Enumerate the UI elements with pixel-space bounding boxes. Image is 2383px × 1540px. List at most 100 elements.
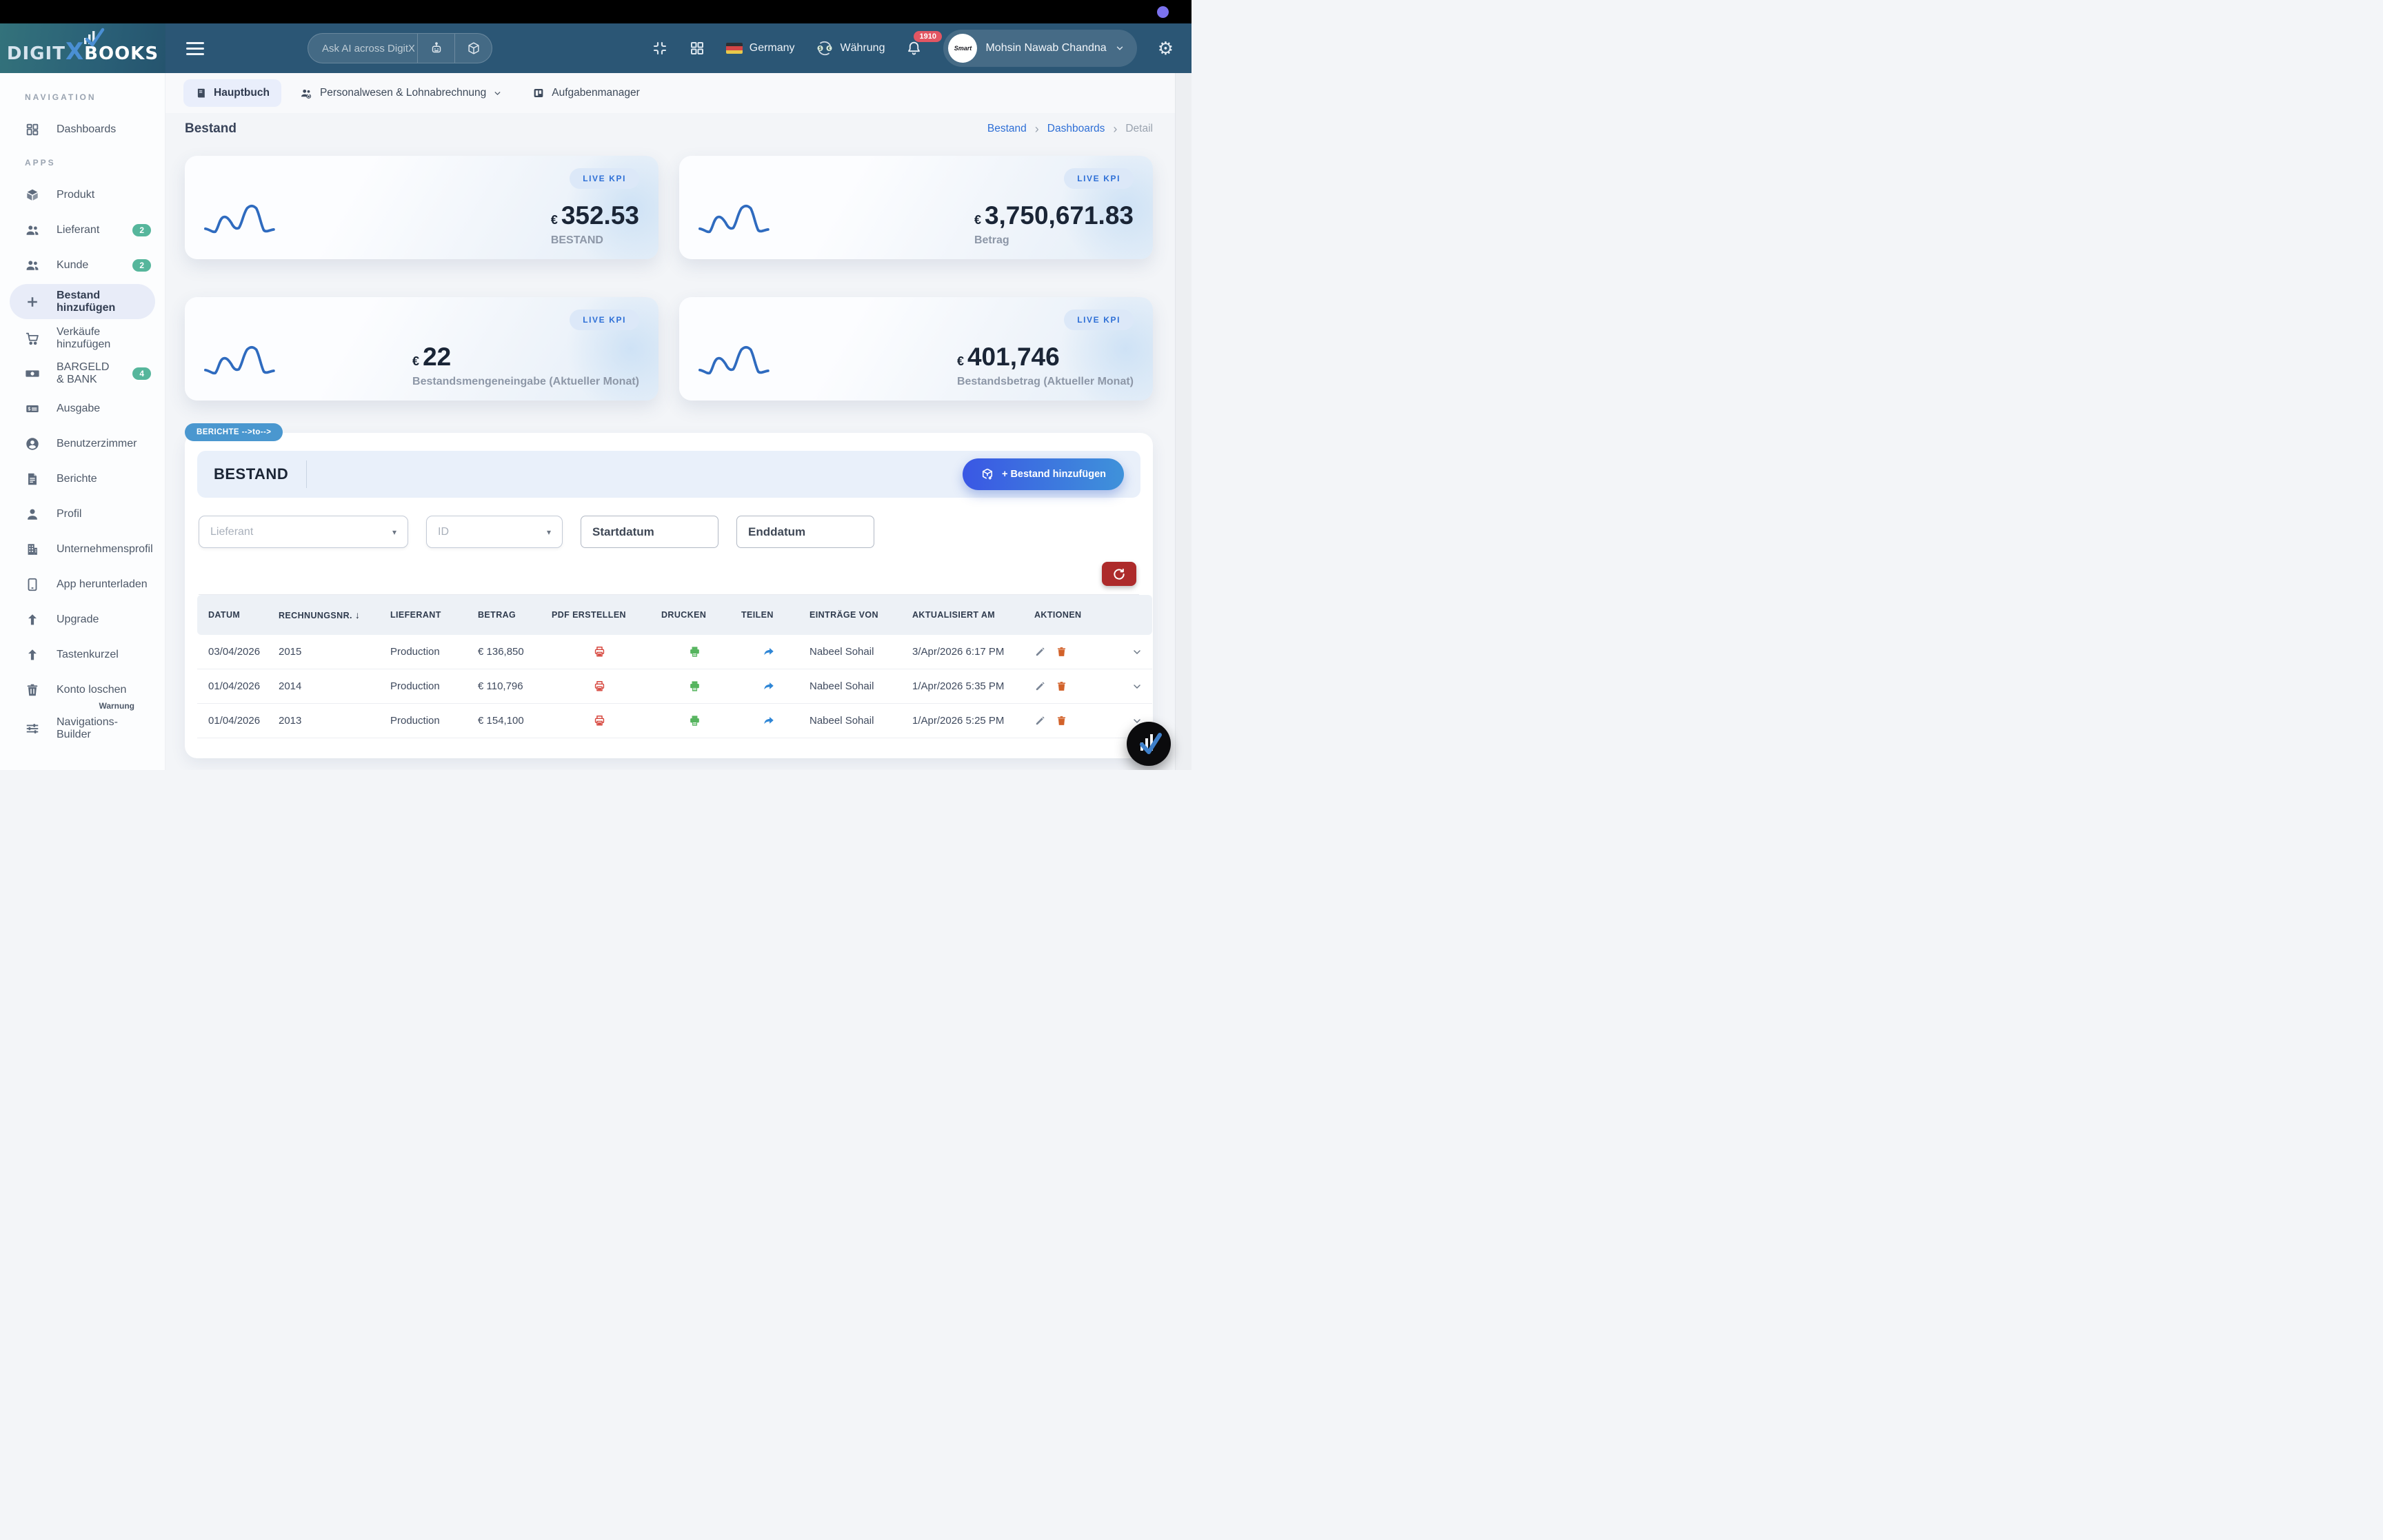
page-title: Bestand bbox=[185, 121, 237, 136]
sidebar-section-navigation: NAVIGATION bbox=[0, 87, 165, 112]
user-menu[interactable]: Smart Mohsin Nawab Chandna bbox=[943, 30, 1136, 67]
breadcrumb-bestand[interactable]: Bestand bbox=[987, 123, 1027, 135]
menu-toggle-button[interactable] bbox=[186, 39, 204, 59]
drucken-icon[interactable] bbox=[688, 645, 701, 658]
edit-icon[interactable] bbox=[1034, 646, 1046, 658]
col-datum[interactable]: DATUM bbox=[197, 595, 272, 635]
cell-betrag: € 136,850 bbox=[471, 635, 545, 669]
sidebar-item-bargeld-bank[interactable]: BARGELD & BANK 4 bbox=[0, 356, 165, 391]
edit-icon[interactable] bbox=[1034, 715, 1046, 727]
pdf-erstellen-icon[interactable] bbox=[593, 645, 606, 658]
sidebar-item-label: Bestand hinzufügen bbox=[57, 290, 147, 314]
main-area: Hauptbuch Personalwesen & Lohnabrechnung… bbox=[165, 73, 1192, 770]
live-kpi-badge: LIVE KPI bbox=[1064, 310, 1134, 330]
knowledge-box-button[interactable] bbox=[454, 34, 492, 63]
sidebar-item-upgrade[interactable]: Upgrade bbox=[0, 602, 165, 637]
col-betrag[interactable]: BETRAG bbox=[471, 595, 545, 635]
col-teilen[interactable]: TEILEN bbox=[734, 595, 803, 635]
sidebar-item-lieferant[interactable]: Lieferant 2 bbox=[0, 212, 165, 247]
sidebar-item-label: Kunde bbox=[57, 259, 88, 272]
sidebar-item-label: Dashboards bbox=[57, 123, 116, 136]
id-filter-select[interactable]: ID ▾ bbox=[426, 516, 563, 548]
teilen-icon[interactable] bbox=[763, 715, 775, 727]
content-area: LIVE KPI €352.53 BESTAND LIVE KPI bbox=[165, 145, 1192, 758]
sidebar-item-label: Ausgabe bbox=[57, 403, 100, 415]
sidebar-item-navigations-builder[interactable]: Navigations-Builder bbox=[0, 711, 165, 746]
col-aktionen[interactable]: AKTIONEN bbox=[1027, 595, 1122, 635]
cell-lieferant: Production bbox=[383, 669, 471, 704]
delete-icon[interactable] bbox=[1056, 680, 1067, 692]
ai-search-input[interactable] bbox=[308, 34, 417, 63]
refresh-button[interactable] bbox=[1102, 562, 1136, 586]
delete-icon[interactable] bbox=[1056, 715, 1067, 727]
add-bestand-label: + Bestand hinzufügen bbox=[1002, 469, 1106, 480]
col-rechnungsnr[interactable]: RECHNUNGSNR.↓ bbox=[272, 595, 383, 635]
sidebar-item-dashboards[interactable]: Dashboards bbox=[0, 112, 165, 147]
col-pdf-erstellen[interactable]: PDF ERSTELLEN bbox=[545, 595, 654, 635]
add-bestand-button[interactable]: + Bestand hinzufügen bbox=[963, 458, 1124, 490]
app-logo[interactable]: DIGITXBOOKS bbox=[0, 23, 165, 73]
sidebar-item-berichte[interactable]: Berichte bbox=[0, 461, 165, 496]
sidebar-item-verkaeufe-hinzufuegen[interactable]: Verkäufe hinzufügen bbox=[0, 321, 165, 356]
tab-personalwesen[interactable]: Personalwesen & Lohnabrechnung bbox=[288, 79, 514, 108]
sort-descending-icon[interactable]: ↓ bbox=[355, 609, 360, 620]
expand-row-icon[interactable] bbox=[1132, 647, 1143, 658]
currency-selector[interactable]: $ € Währung bbox=[816, 39, 885, 57]
startdatum-input[interactable]: Startdatum bbox=[581, 516, 718, 548]
tablet-icon bbox=[25, 577, 40, 592]
col-aktualisiert-am[interactable]: AKTUALISIERT AM bbox=[905, 595, 1027, 635]
pdf-erstellen-icon[interactable] bbox=[593, 714, 606, 727]
tab-hauptbuch[interactable]: Hauptbuch bbox=[183, 79, 281, 107]
settings-gear-icon[interactable]: ⚙ bbox=[1158, 39, 1174, 57]
kpi-sparkline bbox=[196, 185, 330, 245]
sidebar-item-ausgabe[interactable]: $ Ausgabe bbox=[0, 391, 165, 426]
pdf-erstellen-icon[interactable] bbox=[593, 680, 606, 693]
sidebar-item-unternehmensprofil[interactable]: Unternehmensprofil bbox=[0, 531, 165, 567]
kpi-value: €401,746 bbox=[957, 344, 1134, 369]
sidebar-item-app-herunterladen[interactable]: App herunterladen bbox=[0, 567, 165, 602]
breadcrumb: Bestand › Dashboards › Detail bbox=[987, 122, 1153, 136]
berichte-ribbon-badge: BERICHTE -->to--> bbox=[185, 423, 283, 441]
sidebar-item-bestand-hinzufuegen[interactable]: Bestand hinzufügen bbox=[10, 284, 155, 319]
teilen-icon[interactable] bbox=[763, 680, 775, 693]
col-drucken[interactable]: DRUCKEN bbox=[654, 595, 734, 635]
cell-lieferant: Production bbox=[383, 635, 471, 669]
lieferant-filter-select[interactable]: Lieferant ▾ bbox=[199, 516, 408, 548]
sidebar-item-label: Navigations-Builder bbox=[57, 716, 151, 741]
delete-icon[interactable] bbox=[1056, 646, 1067, 658]
brand-floating-button[interactable] bbox=[1127, 722, 1171, 766]
table-toolbar bbox=[199, 552, 1139, 595]
sidebar-item-profil[interactable]: Profil bbox=[0, 496, 165, 531]
sidebar-item-produkt[interactable]: Produkt bbox=[0, 177, 165, 212]
enddatum-input[interactable]: Enddatum bbox=[736, 516, 874, 548]
language-selector[interactable]: Germany bbox=[726, 42, 795, 54]
sidebar-item-kunde[interactable]: Kunde 2 bbox=[0, 247, 165, 283]
sidebar-item-tastenkurzel[interactable]: Tastenkurzel bbox=[0, 637, 165, 672]
sidebar-item-benutzerzimmer[interactable]: Benutzerzimmer bbox=[0, 426, 165, 461]
drucken-icon[interactable] bbox=[688, 680, 701, 693]
collapse-view-button[interactable] bbox=[652, 40, 668, 57]
table-row: 03/04/2026 2015 Production € 136,850 Nab… bbox=[197, 635, 1152, 669]
live-kpi-badge: LIVE KPI bbox=[570, 168, 639, 189]
kanban-icon bbox=[532, 87, 545, 99]
apps-launcher-button[interactable] bbox=[689, 40, 705, 57]
table-row: 01/04/2026 2014 Production € 110,796 Nab… bbox=[197, 669, 1152, 704]
breadcrumb-dashboards[interactable]: Dashboards bbox=[1047, 123, 1105, 135]
collapse-icon bbox=[652, 40, 668, 57]
col-eintraege-von[interactable]: EINTRÄGE VON bbox=[803, 595, 905, 635]
col-lieferant[interactable]: LIEFERANT bbox=[383, 595, 471, 635]
breadcrumb-separator: › bbox=[1113, 122, 1117, 136]
notifications-button[interactable]: 1910 bbox=[905, 40, 923, 57]
tab-aufgabenmanager[interactable]: Aufgabenmanager bbox=[521, 79, 652, 107]
vertical-scrollbar[interactable] bbox=[1175, 73, 1192, 770]
drucken-icon[interactable] bbox=[688, 714, 701, 727]
cell-eintraege-von: Nabeel Sohail bbox=[803, 669, 905, 704]
building-icon bbox=[25, 542, 40, 557]
package-icon bbox=[25, 188, 40, 203]
ai-assistant-button[interactable] bbox=[417, 34, 454, 63]
sidebar-item-label: Lieferant bbox=[57, 224, 99, 236]
expand-row-icon[interactable] bbox=[1132, 681, 1143, 692]
digitxbooks-mark-icon bbox=[1135, 731, 1163, 757]
teilen-icon[interactable] bbox=[763, 646, 775, 658]
edit-icon[interactable] bbox=[1034, 680, 1046, 692]
